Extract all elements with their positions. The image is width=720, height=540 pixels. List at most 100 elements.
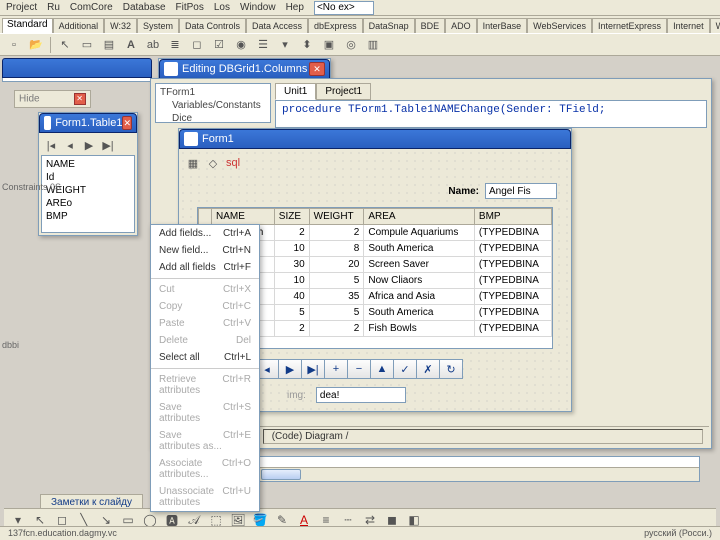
field-item[interactable]: BMP (44, 210, 132, 223)
tree-node[interactable]: Dice (158, 112, 268, 125)
ctx-add-fields[interactable]: Add fields...Ctrl+A (151, 225, 259, 242)
menu-item[interactable]: Ru (47, 2, 60, 13)
first-icon[interactable]: |◂ (43, 137, 59, 153)
palette-tab[interactable]: Data Access (246, 18, 308, 33)
scrollbar-icon[interactable]: ⬍ (299, 37, 315, 53)
ds-input[interactable] (316, 387, 406, 403)
new-icon[interactable]: ▫ (6, 37, 22, 53)
ctx-new-field[interactable]: New field...Ctrl+N (151, 242, 259, 259)
fields-editor-titlebar[interactable]: Form1.Table1 ✕ (39, 113, 137, 133)
ctx-retrieve-attr[interactable]: Retrieve attributesCtrl+R (151, 371, 259, 399)
prev-icon[interactable]: ◂ (62, 137, 78, 153)
ctx-paste[interactable]: PasteCtrl+V (151, 315, 259, 332)
ctx-save-attr[interactable]: Save attributesCtrl+S (151, 399, 259, 427)
palette-tab[interactable]: Internet (667, 18, 710, 33)
name-input[interactable] (485, 183, 557, 199)
memo-icon[interactable]: ≣ (167, 37, 183, 53)
nav-next[interactable]: ▶ (278, 359, 302, 379)
checkbox-icon[interactable]: ☑ (211, 37, 227, 53)
palette-tab[interactable]: W:32 (104, 18, 137, 33)
palette-tab[interactable]: WebServices (527, 18, 592, 33)
edit-icon[interactable]: ab (145, 37, 161, 53)
palette-tab[interactable]: InterBase (477, 18, 528, 33)
ctx-delete[interactable]: DeleteDel (151, 332, 259, 349)
query-icon[interactable]: sql (225, 155, 241, 171)
radiogroup-icon[interactable]: ◎ (343, 37, 359, 53)
scrollbar-thumb[interactable] (261, 469, 301, 480)
columns-editor-titlebar[interactable]: Editing DBGrid1.Columns ✕ (159, 59, 330, 79)
ctx-add-all[interactable]: Add all fieldsCtrl+F (151, 259, 259, 276)
palette-tab[interactable]: DataSnap (363, 18, 415, 33)
close-icon[interactable]: ✕ (309, 62, 325, 76)
tree-node[interactable]: TForm1 (158, 86, 268, 99)
panel-icon[interactable]: ▤ (101, 37, 117, 53)
palette-tab[interactable]: Data Controls (179, 18, 246, 33)
palette-selector[interactable]: Standard (2, 18, 53, 34)
tree-node[interactable]: Variables/Constants (158, 99, 268, 112)
col-header[interactable]: WEIGHT (309, 209, 364, 225)
frame-icon[interactable]: ▭ (79, 37, 95, 53)
field-item[interactable]: NAME (44, 158, 132, 171)
nav-cancel[interactable]: ✗ (416, 359, 440, 379)
fields-context-menu[interactable]: Add fields...Ctrl+A New field...Ctrl+N A… (150, 224, 260, 512)
panel2-icon[interactable]: ▥ (365, 37, 381, 53)
palette-tab[interactable]: dbExpress (308, 18, 363, 33)
menu-item[interactable]: ComCore (70, 2, 113, 13)
form-titlebar[interactable]: Form1 (179, 129, 571, 149)
next-icon[interactable]: ▶ (81, 137, 97, 153)
listbox-icon[interactable]: ☰ (255, 37, 271, 53)
ctx-select-all[interactable]: Select allCtrl+L (151, 349, 259, 366)
menu-filter-input[interactable] (314, 1, 374, 15)
nav-post[interactable]: ✓ (393, 359, 417, 379)
menu-item[interactable]: Hep (286, 2, 304, 13)
open-icon[interactable]: 📂 (28, 37, 44, 53)
nav-edit[interactable]: ▲ (370, 359, 394, 379)
menu-item[interactable]: Database (123, 2, 166, 13)
menu-item[interactable]: Project (6, 2, 37, 13)
ctx-unassoc-attr[interactable]: Unassociate attributesCtrl+U (151, 483, 259, 511)
code-line[interactable]: procedure TForm1.Table1NAMEChange(Sender… (275, 100, 707, 128)
menu-item[interactable]: Window (240, 2, 276, 13)
last-icon[interactable]: ▶| (100, 137, 116, 153)
menu-item[interactable]: Los (214, 2, 230, 13)
status-hint: (Code) Diagram / (263, 429, 703, 444)
nav-insert[interactable]: + (324, 359, 348, 379)
field-item[interactable]: AREo (44, 197, 132, 210)
fields-list[interactable]: NAME Id WEIGHT AREo BMP (41, 155, 135, 233)
palette-tab[interactable]: InternetExpress (592, 18, 667, 33)
table-icon[interactable]: ▦ (185, 155, 201, 171)
col-header[interactable]: AREA (364, 209, 475, 225)
close-icon[interactable]: ✕ (122, 116, 132, 130)
ctx-save-attr-as[interactable]: Save attributes as...Ctrl+E (151, 427, 259, 455)
ctx-copy[interactable]: CopyCtrl+C (151, 298, 259, 315)
palette-tab[interactable]: System (137, 18, 179, 33)
palette-tab[interactable]: WebSna (710, 18, 720, 33)
col-header[interactable]: BMP (474, 209, 551, 225)
radio-icon[interactable]: ◉ (233, 37, 249, 53)
palette-tab[interactable]: BDE (415, 18, 446, 33)
arrow-icon[interactable]: ↖ (57, 37, 73, 53)
menu-item[interactable]: FitPos (176, 2, 204, 13)
tab-project[interactable]: Project1 (316, 83, 371, 100)
tab-unit[interactable]: Unit1 (275, 83, 316, 100)
ctx-assoc-attr[interactable]: Associate attributes...Ctrl+O (151, 455, 259, 483)
label-icon[interactable]: A (123, 37, 139, 53)
main-menu[interactable]: Project Ru ComCore Database FitPos Los W… (0, 0, 720, 16)
datasource-icon[interactable]: ◇ (205, 155, 221, 171)
button-icon[interactable]: ◻ (189, 37, 205, 53)
nav-delete[interactable]: − (347, 359, 371, 379)
fields-editor-window[interactable]: Form1.Table1 ✕ |◂ ◂ ▶ ▶| NAME Id WEIGHT … (38, 112, 138, 236)
col-header[interactable]: NAME (212, 209, 275, 225)
palette-tab[interactable]: ADO (445, 18, 477, 33)
nav-last[interactable]: ▶| (301, 359, 325, 379)
window-icon (44, 116, 51, 130)
col-header[interactable]: SIZE (274, 209, 309, 225)
combo-icon[interactable]: ▾ (277, 37, 293, 53)
palette-tab[interactable]: Additional (53, 18, 105, 33)
structure-tree[interactable]: TForm1 Variables/Constants Dice (155, 83, 271, 123)
nav-refresh[interactable]: ↻ (439, 359, 463, 379)
ctx-cut[interactable]: CutCtrl+X (151, 281, 259, 298)
groupbox-icon[interactable]: ▣ (321, 37, 337, 53)
close-icon[interactable]: ✕ (74, 93, 86, 105)
name-label: Name: (448, 186, 479, 197)
